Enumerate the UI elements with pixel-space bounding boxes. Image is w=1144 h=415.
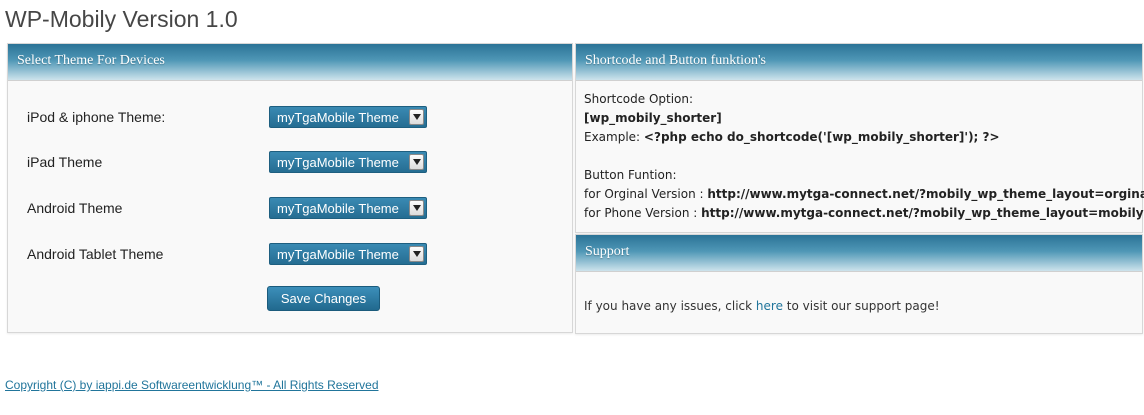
theme-row-ipad: iPad Theme myTgaMobile Theme	[27, 151, 547, 175]
panel-header-title: Shortcode and Button funktion's	[585, 53, 767, 68]
theme-settings-panel: Select Theme For Devices iPod & iphone T…	[7, 43, 573, 333]
example-code: <?php echo do_shortcode('[wp_mobily_shor…	[643, 130, 1000, 144]
phone-version-label: for Phone Version :	[584, 206, 702, 220]
support-text-before: If you have any issues, click	[584, 299, 756, 313]
orginal-version-label: for Orginal Version :	[584, 187, 708, 201]
panel-header: Select Theme For Devices	[8, 44, 572, 81]
panel-header-title: Support	[585, 244, 630, 259]
copyright-link[interactable]: Copyright (C) by iappi.de Softwareentwic…	[5, 378, 379, 392]
page-title: WP-Mobily Version 1.0	[5, 6, 238, 32]
example-label: Example:	[584, 130, 644, 144]
theme-label: Android Tablet Theme	[27, 246, 164, 262]
select-value: myTgaMobile Theme	[277, 201, 399, 216]
support-text: If you have any issues, click here to vi…	[584, 299, 940, 313]
theme-row-android-tablet: Android Tablet Theme myTgaMobile Theme	[27, 243, 547, 267]
phone-version-url: http://www.mytga-connect.net/?mobily_wp_…	[701, 206, 1144, 220]
chevron-down-icon[interactable]	[409, 109, 424, 125]
panel-header: Support	[576, 235, 1142, 272]
theme-row-android: Android Theme myTgaMobile Theme	[27, 197, 547, 221]
chevron-down-icon[interactable]	[409, 154, 424, 170]
shortcode-panel: Shortcode and Button funktion's Shortcod…	[575, 43, 1144, 233]
save-changes-button[interactable]: Save Changes	[267, 286, 380, 311]
panel-header: Shortcode and Button funktion's	[576, 44, 1142, 81]
support-link[interactable]: here	[756, 299, 783, 313]
theme-label: iPad Theme	[27, 154, 103, 170]
theme-label: Android Theme	[27, 200, 123, 216]
select-value: myTgaMobile Theme	[277, 247, 399, 262]
shortcode-option-label: Shortcode Option:	[584, 92, 694, 106]
shortcode-content: Shortcode Option: [wp_mobily_shorter] Ex…	[584, 90, 1144, 223]
button-function-label: Button Funtion:	[584, 168, 677, 182]
android-theme-select[interactable]: myTgaMobile Theme	[269, 197, 427, 219]
chevron-down-icon[interactable]	[409, 246, 424, 262]
select-value: myTgaMobile Theme	[277, 110, 399, 125]
support-text-after: to visit our support page!	[782, 299, 940, 313]
ipad-theme-select[interactable]: myTgaMobile Theme	[269, 151, 427, 173]
ipod-theme-select[interactable]: myTgaMobile Theme	[269, 106, 427, 128]
shortcode-value: [wp_mobily_shorter]	[584, 111, 722, 125]
panel-header-title: Select Theme For Devices	[17, 53, 165, 68]
support-panel: Support If you have any issues, click he…	[575, 234, 1143, 334]
select-value: myTgaMobile Theme	[277, 155, 399, 170]
theme-row-ipod: iPod & iphone Theme: myTgaMobile Theme	[27, 106, 547, 130]
theme-label: iPod & iphone Theme:	[27, 109, 166, 125]
chevron-down-icon[interactable]	[409, 200, 424, 216]
android-tablet-theme-select[interactable]: myTgaMobile Theme	[269, 243, 427, 265]
orginal-version-url: http://www.mytga-connect.net/?mobily_wp_…	[707, 187, 1144, 201]
